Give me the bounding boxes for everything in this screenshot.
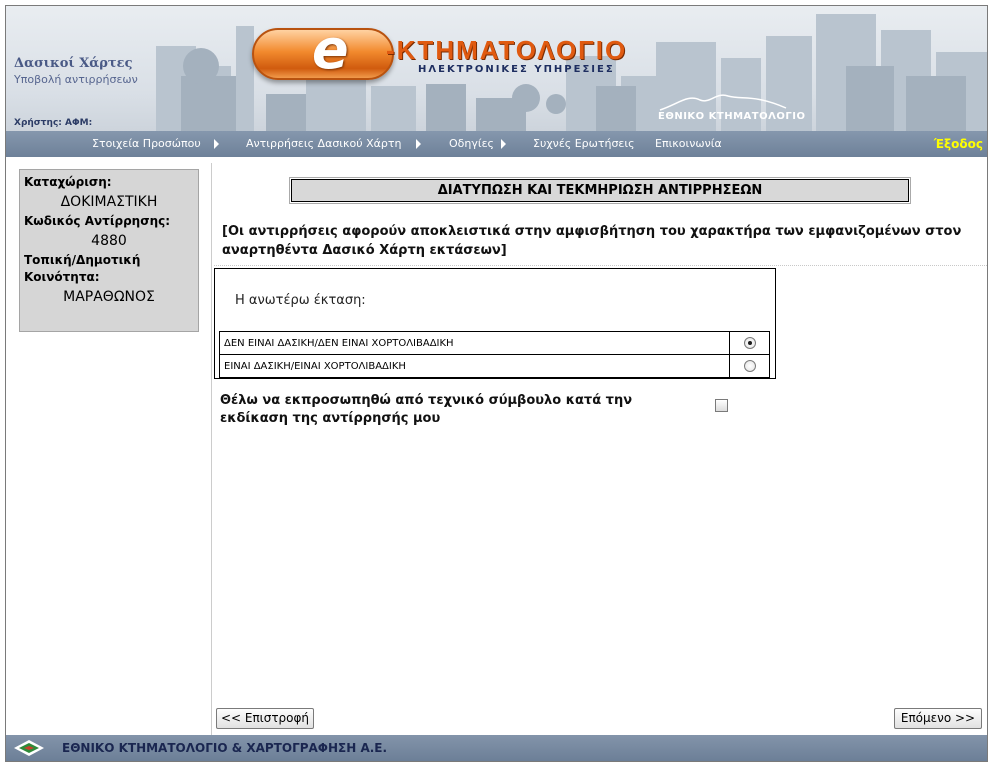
radio-not-forest[interactable] xyxy=(743,337,756,349)
mountain-logo-icon xyxy=(659,94,787,111)
submenu-arrow-icon xyxy=(214,139,219,149)
section-title: ΔΙΑΤΥΠΩΣΗ ΚΑΙ ΤΕΚΜΗΡΙΩΣΗ ΑΝΤΙΡΡΗΣΕΩΝ xyxy=(289,177,911,204)
main-navigation: Στοιχεία Προσώπου Αντιρρήσεις Δασικού Χά… xyxy=(6,131,987,157)
nav-instructions[interactable]: Οδηγίες xyxy=(449,137,499,150)
registration-value: ΔΟΚΙΜΑΣΤΙΚΗ xyxy=(60,194,158,210)
site-footer: ΕΘΝΙΚΟ ΚΤΗΜΑΤΟΛΟΓΙΟ & ΧΑΡΤΟΓΡΑΦΗΣΗ Α.Ε. xyxy=(6,735,987,761)
nav-contact[interactable]: Επικοινωνία xyxy=(655,137,721,150)
community-value: ΜΑΡΑΘΩΝΟΣ xyxy=(63,289,155,305)
land-character-question: Η ανωτέρω έκταση: xyxy=(235,293,366,308)
option-label-not-forest: ΔΕΝ ΕΙΝΑΙ ΔΑΣΙΚΗ/ΔΕΝ ΕΙΝΑΙ ΧΟΡΤΟΛΙΒΑΔΙΚΗ xyxy=(219,331,730,355)
option-row: ΕΙΝΑΙ ΔΑΣΙΚΗ/ΕΙΝΑΙ ΧΟΡΤΟΛΙΒΑΔΙΚΗ xyxy=(219,354,770,378)
footer-company-name: ΕΘΝΙΚΟ ΚΤΗΜΑΤΟΛΟΓΙΟ & ΧΑΡΤΟΓΡΑΦΗΣΗ Α.Ε. xyxy=(62,741,388,755)
option-radio-cell xyxy=(729,331,770,355)
submenu-arrow-icon xyxy=(501,139,506,149)
e-logo-letter: e xyxy=(312,18,349,81)
land-character-choice-panel: Η ανωτέρω έκταση: ΔΕΝ ΕΙΝΑΙ ΔΑΣΙΚΗ/ΔΕΝ Ε… xyxy=(214,268,776,379)
e-ktimatologio-logo-title: -ΚΤΗΜΑΤΟΛΟΓΙΟ xyxy=(386,35,628,65)
option-radio-cell xyxy=(729,354,770,378)
nav-personal-details[interactable]: Στοιχεία Προσώπου xyxy=(92,137,210,150)
exit-link[interactable]: Έξοδος xyxy=(934,137,983,151)
logo-tagline: ΗΛΕΚΤΡΟΝΙΚΕΣ ΥΠΗΡΕΣΙΕΣ xyxy=(418,64,615,75)
next-button[interactable]: Επόμενο >> xyxy=(894,708,982,729)
option-row: ΔΕΝ ΕΙΝΑΙ ΔΑΣΙΚΗ/ΔΕΝ ΕΙΝΑΙ ΧΟΡΤΟΛΙΒΑΔΙΚΗ xyxy=(219,331,770,355)
cadastre-logo-icon xyxy=(14,740,44,756)
divider xyxy=(214,265,987,266)
land-character-options: ΔΕΝ ΕΙΝΑΙ ΔΑΣΙΚΗ/ΔΕΝ ΕΙΝΑΙ ΧΟΡΤΟΛΙΒΑΔΙΚΗ… xyxy=(219,331,770,378)
nav-forest-map-objections[interactable]: Αντιρρήσεις Δασικού Χάρτη xyxy=(246,137,414,150)
option-label-is-forest: ΕΙΝΑΙ ΔΑΣΙΚΗ/ΕΙΝΑΙ ΧΟΡΤΟΛΙΒΑΔΙΚΗ xyxy=(219,354,730,378)
radio-is-forest[interactable] xyxy=(743,360,756,372)
objection-scope-notice: [Οι αντιρρήσεις αφορούν αποκλειστικά στη… xyxy=(222,224,962,258)
national-cadastre-logo-text: ΕΘΝΙΚΟ ΚΤΗΜΑΤΟΛΟΓΙΟ xyxy=(658,111,806,122)
objection-code-label: Κωδικός Αντίρρησης: xyxy=(24,214,171,228)
registration-label: Καταχώριση: xyxy=(24,175,112,189)
submenu-arrow-icon xyxy=(416,139,421,149)
nav-faq[interactable]: Συχνές Ερωτήσεις xyxy=(533,137,639,150)
site-header: Δασικοί Χάρτες Υποβολή αντιρρήσεων Χρήστ… xyxy=(6,6,987,131)
technical-advisor-checkbox[interactable] xyxy=(715,399,728,412)
community-label: Τοπική/Δημοτική Κοινότητα: xyxy=(24,253,141,284)
site-subtitle: Υποβολή αντιρρήσεων xyxy=(14,73,138,86)
page-frame: Δασικοί Χάρτες Υποβολή αντιρρήσεων Χρήστ… xyxy=(5,5,988,762)
technical-advisor-label: Θέλω να εκπροσωπηθώ από τεχνικό σύμβουλο… xyxy=(220,393,633,426)
back-button[interactable]: << Επιστροφή xyxy=(216,708,314,729)
user-tax-id-label: Χρήστης: ΑΦΜ: xyxy=(14,118,93,128)
column-divider xyxy=(211,163,212,735)
objection-code-value: 4880 xyxy=(91,233,127,249)
site-title: Δασικοί Χάρτες xyxy=(14,56,133,71)
objection-info-panel: Καταχώριση: ΔΟΚΙΜΑΣΤΙΚΗ Κωδικός Αντίρρησ… xyxy=(19,169,199,332)
